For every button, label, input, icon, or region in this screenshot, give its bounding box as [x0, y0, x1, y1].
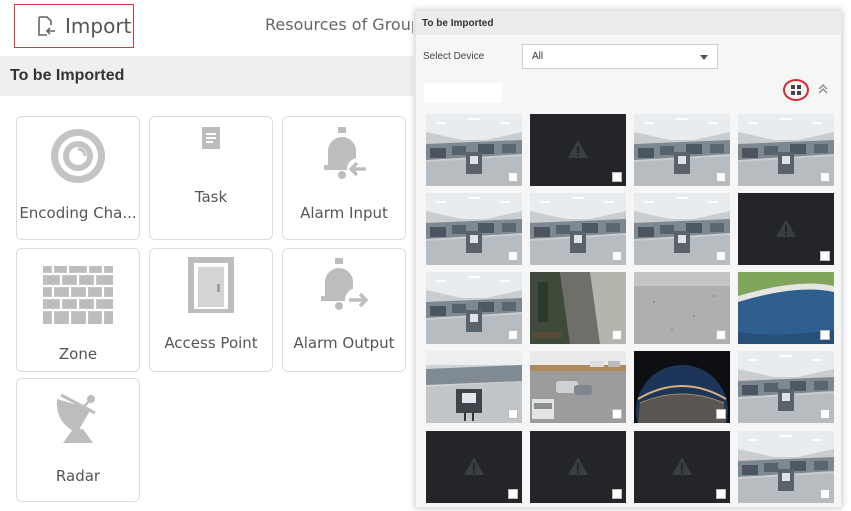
- thumbnail-checkbox[interactable]: [508, 409, 518, 419]
- camera-thumbnail-no-signal[interactable]: [738, 193, 834, 265]
- thumbnail-checkbox[interactable]: [820, 489, 830, 499]
- alarm-input-icon: [324, 127, 369, 180]
- camera-thumbnail[interactable]: [530, 351, 626, 423]
- camera-thumbnail[interactable]: [530, 272, 626, 344]
- tile-label: Task: [194, 188, 228, 206]
- import-button[interactable]: Import: [14, 4, 134, 48]
- tile-alarm-input[interactable]: Alarm Input: [282, 116, 406, 240]
- double-chevron-up-icon[interactable]: [817, 83, 829, 95]
- grid-view-icon: [791, 85, 801, 95]
- thumbnail-checkbox[interactable]: [508, 172, 518, 182]
- camera-thumbnail[interactable]: [738, 114, 834, 186]
- tile-task[interactable]: Task: [149, 116, 273, 240]
- camera-thumbnail[interactable]: [738, 431, 834, 503]
- alarm-output-icon: [321, 258, 369, 312]
- tile-label: Radar: [55, 467, 101, 485]
- brick-wall-icon: [43, 266, 113, 324]
- thumbnail-checkbox[interactable]: [612, 251, 622, 261]
- camera-thumbnail[interactable]: [738, 351, 834, 423]
- thumbnail-checkbox[interactable]: [820, 172, 830, 182]
- camera-thumbnail[interactable]: [634, 272, 730, 344]
- camera-thumbnail-no-signal[interactable]: [426, 431, 522, 503]
- camera-thumbnail[interactable]: [426, 114, 522, 186]
- tab-resources-of-group[interactable]: Resources of Group: [265, 15, 413, 34]
- camera-thumbnail-no-signal[interactable]: [530, 431, 626, 503]
- search-input[interactable]: [424, 83, 502, 103]
- camera-thumbnail-no-signal[interactable]: [634, 431, 730, 503]
- camera-thumbnail[interactable]: [634, 114, 730, 186]
- camera-thumbnail[interactable]: [426, 351, 522, 423]
- camera-thumbnail[interactable]: [634, 351, 730, 423]
- door-icon: [188, 257, 234, 313]
- select-device-label: Select Device: [423, 51, 485, 62]
- thumbnail-checkbox[interactable]: [612, 489, 622, 499]
- tile-label: Encoding Cha...: [19, 204, 137, 222]
- thumbnail-checkbox[interactable]: [716, 172, 726, 182]
- import-label: Import: [65, 14, 132, 38]
- thumbnail-checkbox[interactable]: [508, 489, 518, 499]
- section-title: To be Imported: [0, 56, 413, 96]
- chevron-down-icon: [700, 55, 708, 60]
- camera-thumbnail-no-signal[interactable]: [530, 114, 626, 186]
- radar-dish-icon: [56, 393, 96, 443]
- thumbnail-checkbox[interactable]: [508, 251, 518, 261]
- select-device-value: All: [532, 51, 544, 62]
- grid-view-button[interactable]: [783, 79, 809, 101]
- thumbnail-checkbox[interactable]: [716, 330, 726, 340]
- thumbnail-checkbox[interactable]: [612, 409, 622, 419]
- camera-thumbnail[interactable]: [426, 272, 522, 344]
- camera-lens-icon: [51, 129, 105, 183]
- thumbnail-checkbox[interactable]: [716, 251, 726, 261]
- camera-thumbnail[interactable]: [426, 193, 522, 265]
- thumbnail-checkbox[interactable]: [820, 330, 830, 340]
- left-panel: Import Resources of Group To be Imported…: [0, 0, 413, 511]
- camera-thumbnail[interactable]: [530, 193, 626, 265]
- right-panel: To be Imported Select Device All: [415, 10, 842, 508]
- thumbnail-checkbox[interactable]: [820, 251, 830, 261]
- camera-thumbnail[interactable]: [634, 193, 730, 265]
- tile-radar[interactable]: Radar: [16, 378, 140, 502]
- tile-access-point[interactable]: Access Point: [149, 248, 273, 372]
- section-title: To be Imported: [416, 11, 841, 35]
- thumbnail-checkbox[interactable]: [612, 330, 622, 340]
- tile-alarm-output[interactable]: Alarm Output: [282, 248, 406, 372]
- tile-label: Zone: [58, 345, 98, 363]
- import-icon: [38, 16, 55, 36]
- tile-label: Access Point: [164, 334, 258, 352]
- thumbnail-checkbox[interactable]: [612, 172, 622, 182]
- thumbnail-checkbox[interactable]: [716, 409, 726, 419]
- camera-thumbnail[interactable]: [738, 272, 834, 344]
- tile-label: Alarm Input: [300, 204, 388, 222]
- select-device-dropdown[interactable]: All: [522, 44, 718, 69]
- task-document-icon: [202, 127, 220, 149]
- thumbnail-checkbox[interactable]: [716, 489, 726, 499]
- tile-label: Alarm Output: [293, 334, 395, 352]
- thumbnail-checkbox[interactable]: [820, 409, 830, 419]
- tile-encoding-channel[interactable]: Encoding Cha...: [16, 116, 140, 240]
- tile-zone[interactable]: Zone: [16, 248, 140, 372]
- thumbnail-checkbox[interactable]: [508, 330, 518, 340]
